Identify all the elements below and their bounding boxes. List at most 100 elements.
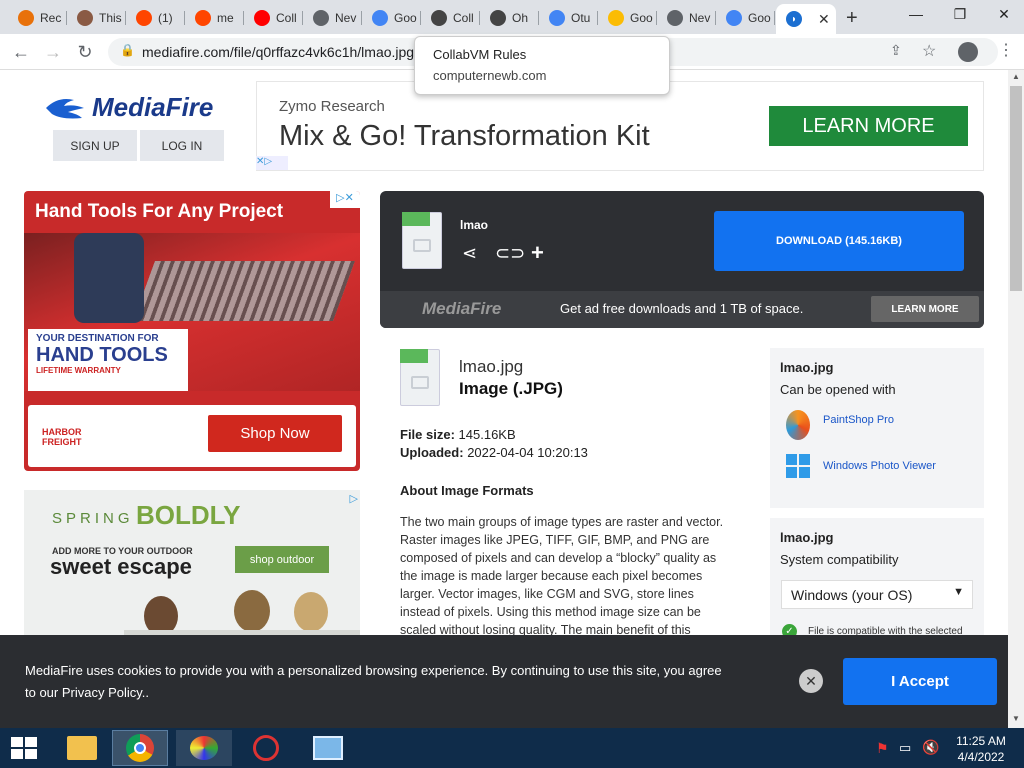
browser-tab[interactable]: Goo — [716, 4, 775, 32]
browser-tab[interactable]: Oh — [480, 4, 539, 32]
reload-button[interactable]: ↻ — [74, 41, 96, 63]
network-icon[interactable]: ▭ — [899, 740, 911, 756]
google-photos-icon — [608, 10, 624, 26]
adchoices-icon[interactable]: ▷ — [350, 492, 358, 505]
browser-tab[interactable]: me — [185, 4, 244, 32]
file-type-icon — [400, 349, 440, 406]
reddit-icon — [136, 10, 152, 26]
tab-active[interactable]: ◗ ✕ — [776, 4, 836, 34]
cookie-close-button[interactable]: ✕ — [799, 669, 823, 693]
cookie-text: MediaFire uses cookies to provide you wi… — [25, 663, 722, 700]
logo-text: MediaFire — [92, 92, 214, 122]
accept-cookies-button[interactable]: I Accept — [843, 658, 997, 705]
download-button[interactable]: DOWNLOAD (145.16KB) — [714, 211, 964, 271]
scroll-up-icon[interactable]: ▲ — [1012, 72, 1020, 81]
browser-tab[interactable]: Coll — [421, 4, 480, 32]
browser-tab[interactable]: (1) — [126, 4, 185, 32]
copy-link-icon[interactable]: ⊂⊃ — [495, 243, 525, 264]
pinwheel-icon — [18, 10, 34, 26]
clock-date: 4/4/2022 — [957, 750, 1005, 764]
remote-desktop-taskbar-icon[interactable] — [300, 730, 356, 766]
tab-title: me — [217, 11, 234, 25]
bookmark-star-icon[interactable]: ☆ — [922, 41, 936, 61]
open-with-panel: lmao.jpg Can be opened with PaintShop Pr… — [770, 348, 984, 508]
menu-icon[interactable]: ⋮ — [998, 40, 1014, 60]
sign-up-button[interactable]: SIGN UP — [53, 130, 137, 161]
browser-tab[interactable]: Goo — [362, 4, 421, 32]
snipping-tool-taskbar-icon[interactable] — [238, 730, 294, 766]
add-to-account-icon[interactable]: + — [531, 240, 544, 266]
back-button[interactable]: ← — [10, 41, 32, 63]
shop-outdoor-button[interactable]: shop outdoor — [235, 546, 329, 573]
ad-brand-2: FREIGHT — [42, 437, 82, 447]
windows-taskbar: ⚑ ▭ 🔇 11:25 AM 4/4/2022 — [0, 728, 1024, 768]
file-image-icon — [402, 212, 442, 269]
ad-learn-more-button[interactable]: LEARN MORE — [769, 106, 968, 146]
ad-word-2: BOLDLY — [136, 500, 241, 530]
tab-title: Nev — [335, 11, 357, 25]
tab-title: (1) — [158, 11, 173, 25]
cookie-banner: MediaFire uses cookies to provide you wi… — [0, 635, 1008, 728]
forward-button[interactable]: → — [42, 41, 64, 63]
adchoices-icon[interactable]: ✕▷ — [256, 156, 288, 170]
close-window-button[interactable]: ✕ — [982, 0, 1024, 28]
hand-tools-ad[interactable]: Hand Tools For Any Project ▷✕ YOUR DESTI… — [24, 191, 360, 471]
uploaded-label: Uploaded: — [400, 445, 464, 460]
browser-tab[interactable]: Nev — [657, 4, 716, 32]
browser-tab[interactable]: This — [67, 4, 126, 32]
flame-icon — [46, 98, 84, 118]
minimize-button[interactable]: — — [894, 0, 938, 28]
tab-title: Rec — [40, 11, 62, 25]
start-button[interactable] — [0, 730, 48, 766]
tab-title: Goo — [748, 11, 771, 25]
scroll-down-icon[interactable]: ▼ — [1012, 714, 1020, 723]
tab-close-icon[interactable]: ✕ — [818, 11, 830, 28]
dropdown-arrow-icon: ▼ — [953, 586, 964, 598]
ad-line-2: sweet escape — [50, 554, 192, 579]
file-size-label: File size: — [400, 427, 455, 442]
chrome-taskbar-icon[interactable] — [112, 730, 168, 766]
volume-muted-icon[interactable]: 🔇 — [922, 739, 939, 756]
tab-title: This — [99, 11, 122, 25]
promo-strip: MediaFire Get ad free downloads and 1 TB… — [380, 291, 984, 328]
log-in-button[interactable]: LOG IN — [140, 130, 224, 161]
share-icon[interactable]: ⇪ — [890, 42, 902, 59]
action-center-flag-icon[interactable]: ⚑ — [876, 740, 889, 757]
google-icon — [372, 10, 388, 26]
chrome-page-icon — [667, 10, 683, 26]
file-explorer-taskbar-icon[interactable] — [54, 730, 110, 766]
tab-title: Nev — [689, 11, 711, 25]
promo-text: Get ad free downloads and 1 TB of space. — [560, 301, 804, 316]
learn-more-button[interactable]: LEARN MORE — [871, 296, 979, 322]
adchoices-icon[interactable]: ▷✕ — [330, 191, 360, 208]
mediafire-logo[interactable]: MediaFire — [44, 92, 213, 123]
scroll-thumb[interactable] — [1010, 86, 1022, 291]
profile-icon[interactable] — [958, 42, 978, 62]
browser-tab[interactable]: Coll — [244, 4, 303, 32]
share-icon[interactable]: ⋖ — [462, 243, 477, 264]
avatar-icon — [77, 10, 93, 26]
new-tab-button[interactable]: + — [846, 7, 858, 30]
browser-tab[interactable]: Otu — [539, 4, 598, 32]
url-text: mediafire.com/file/q0rffazc4vk6c1h/lmao.… — [142, 44, 415, 60]
app-paintshop-link[interactable]: PaintShop Pro — [823, 414, 894, 426]
tab-title: Goo — [394, 11, 417, 25]
page-scrollbar[interactable]: ▲ ▼ — [1008, 70, 1024, 728]
chrome-page-icon — [313, 10, 329, 26]
restore-button[interactable]: ❐ — [938, 0, 982, 28]
shop-now-button[interactable]: Shop Now — [208, 415, 342, 452]
browser-tab[interactable]: Nev — [303, 4, 362, 32]
google-icon — [726, 10, 742, 26]
paint-taskbar-icon[interactable] — [176, 730, 232, 766]
ad-line-3: LIFETIME WARRANTY — [36, 366, 121, 375]
tab-separator — [774, 11, 775, 25]
clock[interactable]: 11:25 AM 4/4/2022 — [948, 733, 1014, 765]
google-icon — [549, 10, 565, 26]
browser-tab[interactable]: Goo — [598, 4, 657, 32]
paintshop-icon — [786, 410, 810, 440]
browser-tab[interactable]: Rec — [8, 4, 67, 32]
tooltip-domain: computernewb.com — [433, 68, 547, 83]
tab-title: Coll — [453, 11, 474, 25]
app-photo-viewer-link[interactable]: Windows Photo Viewer — [823, 460, 936, 472]
os-select[interactable]: Windows (your OS) ▼ — [781, 580, 973, 609]
